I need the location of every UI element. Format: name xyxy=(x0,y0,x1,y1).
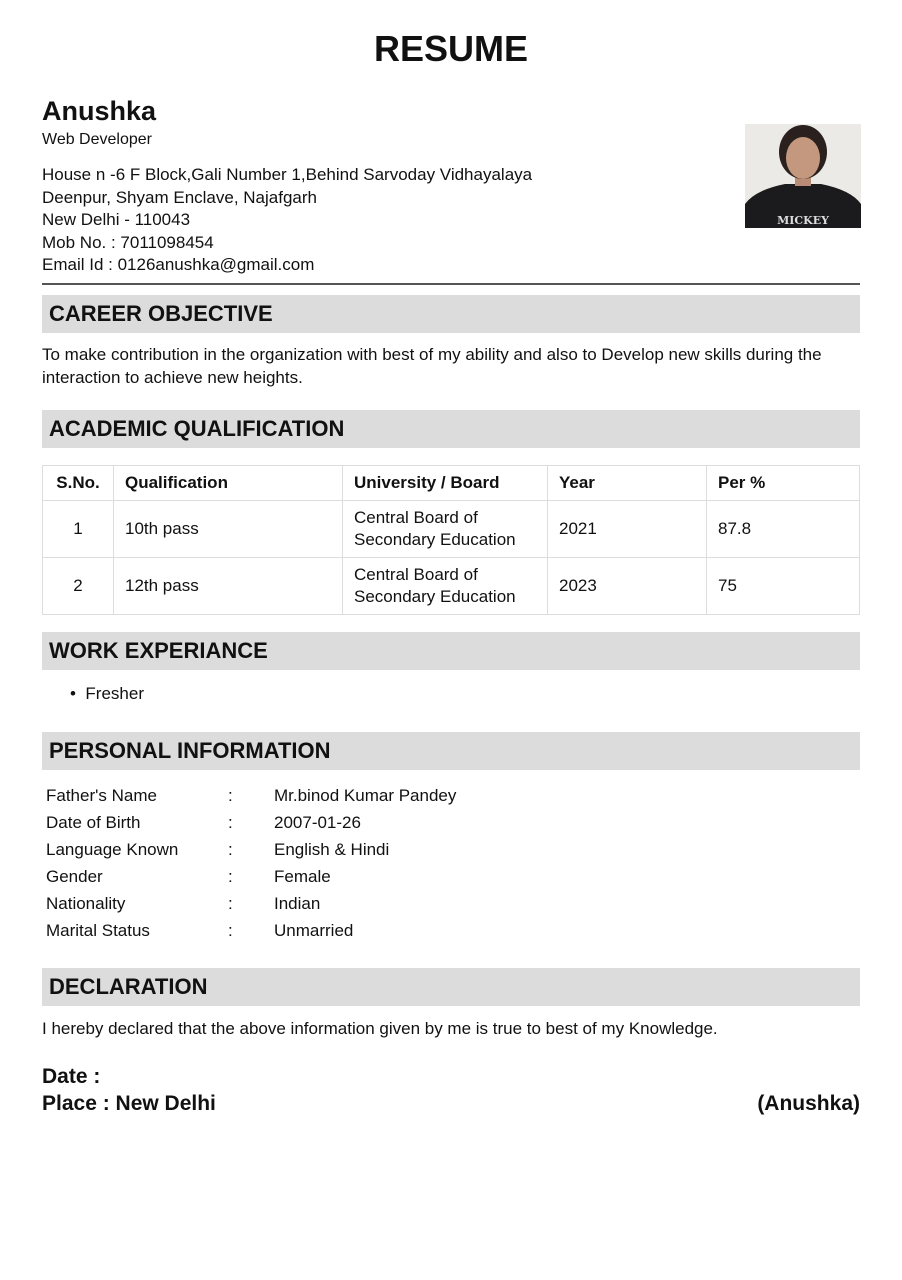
bullet-icon: • xyxy=(70,684,86,703)
mobile: Mob No. : 7011098454 xyxy=(42,232,214,252)
separator: : xyxy=(228,921,233,940)
cell-sno: 2 xyxy=(42,557,114,615)
label: Nationality xyxy=(46,894,126,913)
cell-board: Central Board of Secondary Education xyxy=(342,557,548,615)
cell-per: 87.8 xyxy=(706,500,860,558)
value: Indian xyxy=(274,894,321,913)
profile-photo: MICKEY xyxy=(745,124,861,228)
personal-row: Gender: Female xyxy=(46,867,456,894)
board-line: Central Board of xyxy=(354,565,478,584)
academic-table: S.No. Qualification University / Board Y… xyxy=(42,465,860,615)
table-header-row: S.No. Qualification University / Board Y… xyxy=(42,465,860,501)
separator: : xyxy=(228,813,233,832)
col-board: University / Board xyxy=(342,465,548,501)
contact-block: House n -6 F Block,Gali Number 1,Behind … xyxy=(42,164,532,277)
col-year: Year xyxy=(547,465,707,501)
header-divider xyxy=(42,283,860,285)
work-item-text: Fresher xyxy=(85,684,144,703)
cell-board: Central Board of Secondary Education xyxy=(342,500,548,558)
section-personal: PERSONAL INFORMATION xyxy=(42,732,860,770)
col-sno: S.No. xyxy=(42,465,114,501)
value: Female xyxy=(274,867,331,886)
separator: : xyxy=(228,840,233,859)
label: Marital Status xyxy=(46,921,150,940)
personal-row: Date of Birth: 2007-01-26 xyxy=(46,813,456,840)
section-work: WORK EXPERIANCE xyxy=(42,632,860,670)
resume-page: RESUME Anushka Web Developer House n -6 … xyxy=(0,0,902,1280)
cell-year: 2021 xyxy=(547,500,707,558)
email: Email Id : 0126anushka@gmail.com xyxy=(42,255,315,274)
personal-row: Nationality: Indian xyxy=(46,894,456,921)
cell-sno: 1 xyxy=(42,500,114,558)
label: Father's Name xyxy=(46,786,157,805)
value: Mr.binod Kumar Pandey xyxy=(274,786,457,805)
cell-qualification: 10th pass xyxy=(113,500,343,558)
section-career-objective: CAREER OBJECTIVE xyxy=(42,295,860,333)
cell-per: 75 xyxy=(706,557,860,615)
date-label: Date : xyxy=(42,1065,101,1088)
value: Unmarried xyxy=(274,921,354,940)
separator: : xyxy=(228,894,233,913)
signature-name: (Anushka) xyxy=(757,1092,860,1115)
section-declaration: DECLARATION xyxy=(42,968,860,1006)
table-row: 2 12th pass Central Board of Secondary Ed… xyxy=(42,557,860,615)
page-title: RESUME xyxy=(373,28,529,69)
board-line: Central Board of xyxy=(354,508,478,527)
personal-row: Father's Name: Mr.binod Kumar Pandey xyxy=(46,786,456,813)
work-item: • Fresher xyxy=(70,683,890,706)
label: Language Known xyxy=(46,840,179,859)
board-line: Secondary Education xyxy=(354,530,516,549)
cell-qualification: 12th pass xyxy=(113,557,343,615)
address-line: Deenpur, Shyam Enclave, Najafgarh xyxy=(42,187,317,207)
candidate-role: Web Developer xyxy=(42,131,152,148)
separator: : xyxy=(228,867,233,886)
address-line: House n -6 F Block,Gali Number 1,Behind … xyxy=(42,165,533,184)
declaration-text: I hereby declared that the above informa… xyxy=(42,1019,718,1038)
col-per: Per % xyxy=(706,465,860,501)
separator: : xyxy=(228,786,233,805)
personal-info-list: Father's Name: Mr.binod Kumar Pandey Date… xyxy=(46,786,456,948)
personal-row: Language Known: English & Hindi xyxy=(46,840,456,867)
candidate-name: Anushka xyxy=(42,96,157,126)
board-line: Secondary Education xyxy=(354,587,516,606)
label: Gender xyxy=(46,867,103,886)
shirt-text: MICKEY xyxy=(777,214,829,227)
place-label: Place : New Delhi xyxy=(42,1092,216,1115)
career-objective-text: To make contribution in the organization… xyxy=(42,345,822,387)
address-line: New Delhi - 110043 xyxy=(42,210,191,229)
table-row: 1 10th pass Central Board of Secondary Ed… xyxy=(42,500,860,558)
section-academic: ACADEMIC QUALIFICATION xyxy=(42,410,860,448)
value: English & Hindi xyxy=(274,840,390,859)
value: 2007-01-26 xyxy=(274,813,361,832)
cell-year: 2023 xyxy=(547,557,707,615)
col-qualification: Qualification xyxy=(113,465,343,501)
label: Date of Birth xyxy=(46,813,141,832)
personal-row: Marital Status: Unmarried xyxy=(46,921,456,948)
